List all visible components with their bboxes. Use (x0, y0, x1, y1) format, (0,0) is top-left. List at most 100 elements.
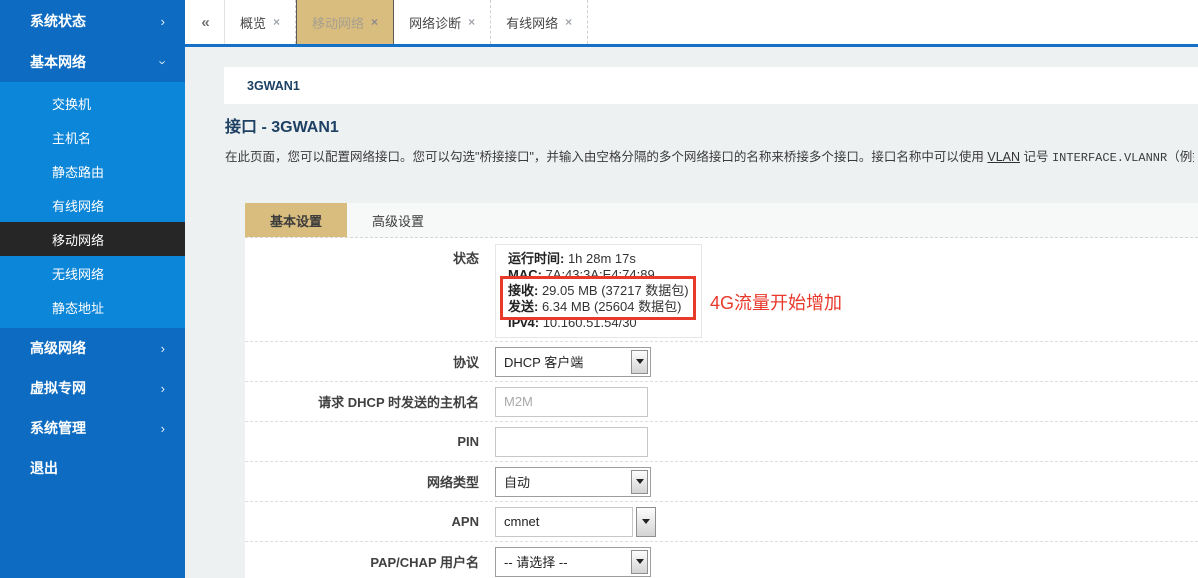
sidebar-item-label: 高级网络 (30, 338, 86, 358)
dhcp-hostname-input[interactable] (495, 387, 648, 417)
tab-basic-settings[interactable]: 基本设置 (245, 203, 347, 237)
tab-wired-network[interactable]: 有线网络 × (491, 0, 588, 44)
description-text: 在此页面，您可以配置网络接口。您可以勾选"桥接接口"，并输入由空格分隔的多个网络… (225, 150, 987, 164)
pap-chap-username-label: PAP/CHAP 用户名 (245, 552, 495, 571)
vlan-link[interactable]: VLAN (987, 150, 1020, 164)
sidebar-item-mobile-network[interactable]: 移动网络 (0, 222, 185, 256)
network-type-label: 网络类型 (245, 472, 495, 491)
status-row: 状态 运行时间: 1h 28m 17s MAC: 7A:43:3A:E4:74:… (245, 238, 1198, 342)
status-label: 状态 (245, 238, 495, 267)
chevron-right-icon: › (161, 15, 165, 28)
dropdown-arrow-icon[interactable] (631, 550, 648, 574)
status-key: 发送: (508, 299, 538, 314)
selected-value: DHCP 客户端 (496, 352, 629, 371)
tab-label: 概览 (240, 13, 266, 32)
status-key: 接收: (508, 283, 538, 298)
sidebar-item-system-status[interactable]: 系统状态 › (0, 0, 185, 42)
description-text: 记号 (1020, 150, 1052, 164)
sidebar-item-label: 退出 (30, 458, 58, 478)
pap-chap-username-row: PAP/CHAP 用户名 -- 请选择 -- (245, 542, 1198, 578)
sidebar-item-static-routes[interactable]: 静态路由 (0, 154, 185, 188)
close-icon[interactable]: × (371, 15, 378, 29)
protocol-row: 协议 DHCP 客户端 (245, 342, 1198, 382)
sidebar-item-label: 基本网络 (30, 52, 86, 72)
dhcp-hostname-row: 请求 DHCP 时发送的主机名 (245, 382, 1198, 422)
apn-input[interactable] (495, 507, 633, 537)
interface-tab-strip: 3GWAN1 (224, 67, 1198, 104)
close-icon[interactable]: × (468, 15, 475, 29)
annotation-text: 4G流量开始增加 (710, 289, 842, 315)
dropdown-arrow-icon[interactable] (631, 470, 648, 494)
chevron-down-icon: › (156, 60, 169, 64)
tab-advanced-settings[interactable]: 高级设置 (347, 203, 449, 237)
status-key: IPv4: (508, 315, 539, 330)
protocol-select[interactable]: DHCP 客户端 (495, 347, 651, 377)
status-line-tx: 发送: 6.34 MB (25604 数据包) (508, 299, 689, 315)
tab-label: 网络诊断 (409, 13, 461, 32)
chevron-right-icon: › (161, 422, 165, 435)
interface-vlannr-code: INTERFACE.VLANNR (1052, 151, 1167, 165)
sidebar-item-switch[interactable]: 交换机 (0, 86, 185, 120)
status-value: 6.34 MB (25604 数据包) (538, 299, 681, 314)
selected-value: -- 请选择 -- (496, 552, 629, 571)
apn-combobox (495, 507, 656, 537)
dropdown-arrow-icon[interactable] (631, 350, 648, 374)
sidebar-item-label: 虚拟专网 (30, 378, 86, 398)
sidebar-item-basic-network[interactable]: 基本网络 › (0, 42, 185, 82)
sidebar-item-label: 系统管理 (30, 418, 86, 438)
selected-value: 自动 (496, 472, 629, 491)
status-value: 1h 28m 17s (564, 251, 636, 266)
network-type-select[interactable]: 自动 (495, 467, 651, 497)
status-line-mac: MAC: 7A:43:3A:E4:74:89 (508, 267, 689, 283)
apn-label: APN (245, 514, 495, 529)
page-title: 接口 - 3GWAN1 (225, 113, 1198, 137)
pin-label: PIN (245, 434, 495, 449)
collapse-tabs-button[interactable]: « (185, 0, 225, 44)
chevron-right-icon: › (161, 382, 165, 395)
sidebar-item-advanced-network[interactable]: 高级网络 › (0, 328, 185, 368)
tab-network-diagnostics[interactable]: 网络诊断 × (394, 0, 491, 44)
page-description: 在此页面，您可以配置网络接口。您可以勾选"桥接接口"，并输入由空格分隔的多个网络… (225, 146, 1194, 165)
pin-row: PIN (245, 422, 1198, 462)
pin-input[interactable] (495, 427, 648, 457)
settings-tabs: 基本设置 高级设置 (245, 203, 1198, 238)
sidebar-item-static-address[interactable]: 静态地址 (0, 290, 185, 324)
tab-mobile-network[interactable]: 移动网络 × (296, 0, 394, 44)
sidebar-item-hostname[interactable]: 主机名 (0, 120, 185, 154)
status-value: 29.05 MB (37217 数据包) (538, 283, 688, 298)
close-icon[interactable]: × (273, 15, 280, 29)
tab-bar: « 概览 × 移动网络 × 网络诊断 × 有线网络 × (185, 0, 1198, 47)
sidebar-item-label: 系统状态 (30, 11, 86, 31)
status-key: MAC: (508, 267, 542, 282)
status-line-rx: 接收: 29.05 MB (37217 数据包) (508, 283, 689, 299)
interface-tab-3gwan1[interactable]: 3GWAN1 (247, 79, 300, 93)
sidebar: 系统状态 › 基本网络 › 交换机 主机名 静态路由 有线网络 移动网络 无线网… (0, 0, 185, 578)
dropdown-arrow-icon[interactable] (636, 507, 656, 537)
tab-overview[interactable]: 概览 × (225, 0, 296, 44)
apn-row: APN (245, 502, 1198, 542)
status-value: 10.160.51.54/30 (539, 315, 637, 330)
close-icon[interactable]: × (565, 15, 572, 29)
status-line-ipv4: IPv4: 10.160.51.54/30 (508, 315, 689, 331)
double-chevron-left-icon: « (201, 14, 207, 31)
sidebar-item-logout[interactable]: 退出 (0, 448, 185, 488)
tab-label: 移动网络 (312, 13, 364, 32)
status-line-uptime: 运行时间: 1h 28m 17s (508, 251, 689, 267)
status-values: 运行时间: 1h 28m 17s MAC: 7A:43:3A:E4:74:89 … (495, 244, 702, 338)
sidebar-item-wireless-network[interactable]: 无线网络 (0, 256, 185, 290)
tab-label: 有线网络 (506, 13, 558, 32)
status-key: 运行时间: (508, 251, 564, 266)
pap-chap-username-select[interactable]: -- 请选择 -- (495, 547, 651, 577)
sidebar-item-system-admin[interactable]: 系统管理 › (0, 408, 185, 448)
interface-settings-form: 基本设置 高级设置 状态 运行时间: 1h 28m 17s MAC: 7A:43… (245, 203, 1198, 578)
network-type-row: 网络类型 自动 (245, 462, 1198, 502)
sidebar-submenu: 交换机 主机名 静态路由 有线网络 移动网络 无线网络 静态地址 (0, 82, 185, 328)
main-content: 3GWAN1 接口 - 3GWAN1 在此页面，您可以配置网络接口。您可以勾选"… (185, 47, 1198, 578)
sidebar-item-wired-network[interactable]: 有线网络 (0, 188, 185, 222)
status-value: 7A:43:3A:E4:74:89 (542, 267, 655, 282)
dhcp-hostname-label: 请求 DHCP 时发送的主机名 (245, 392, 495, 411)
description-text: （例如： (1167, 150, 1194, 164)
chevron-right-icon: › (161, 342, 165, 355)
sidebar-item-vpn[interactable]: 虚拟专网 › (0, 368, 185, 408)
protocol-label: 协议 (245, 352, 495, 371)
